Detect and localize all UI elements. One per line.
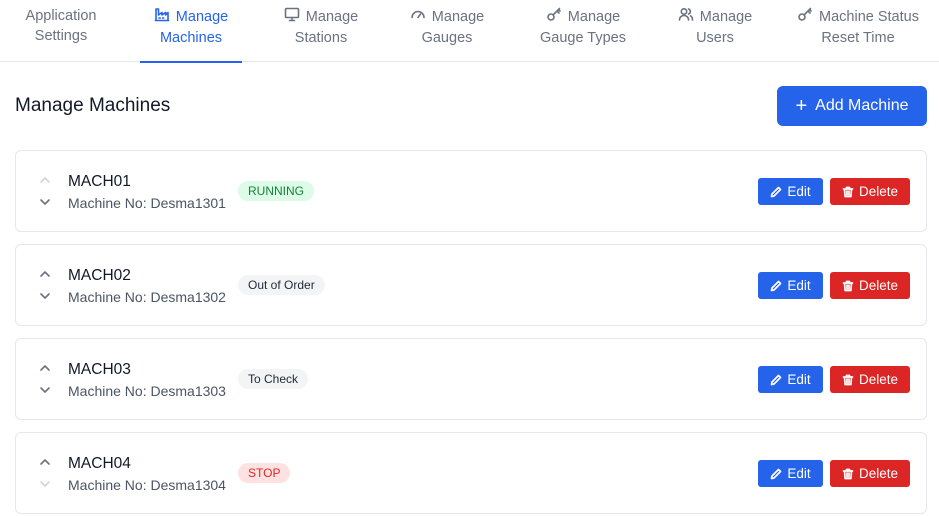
tab-label-line1: Manage [567, 9, 621, 25]
tab-label-line1: Machine Status [819, 9, 919, 25]
monitor-icon [284, 6, 300, 28]
edit-label: Edit [787, 466, 811, 481]
edit-button[interactable]: Edit [758, 460, 823, 487]
move-up-button[interactable] [38, 361, 52, 375]
delete-button[interactable]: Delete [830, 272, 910, 299]
edit-button[interactable]: Edit [758, 272, 823, 299]
tab-label-line1: Manage [175, 9, 229, 25]
reorder-controls [38, 265, 52, 305]
tab-manage-users[interactable]: Manage Users [668, 0, 762, 62]
pencil-icon [771, 280, 782, 291]
users-icon [678, 6, 694, 28]
chevron-up-icon [40, 365, 50, 371]
chevron-up-icon [40, 459, 50, 465]
trash-icon [842, 280, 854, 291]
move-up-button[interactable] [38, 455, 52, 469]
machine-number: Machine No: Desma1304 [68, 477, 226, 493]
gauge-icon [410, 6, 426, 28]
tab-label-line2: Settings [34, 28, 88, 44]
trash-icon [842, 186, 854, 197]
delete-button[interactable]: Delete [830, 178, 910, 205]
tab-label-line1: Manage [431, 9, 485, 25]
move-down-button[interactable] [38, 477, 52, 491]
pencil-icon [771, 186, 782, 197]
move-down-button[interactable] [38, 195, 52, 209]
tab-manage-stations[interactable]: Manage Stations [270, 0, 372, 62]
chevron-down-icon [40, 293, 50, 299]
chevron-up-icon [40, 177, 50, 183]
edit-button[interactable]: Edit [758, 178, 823, 205]
status-badge: To Check [238, 369, 309, 389]
reorder-controls [38, 171, 52, 211]
edit-label: Edit [787, 184, 811, 199]
key-icon [546, 6, 562, 28]
reorder-controls [38, 453, 52, 493]
move-down-button[interactable] [38, 289, 52, 303]
delete-label: Delete [858, 466, 899, 481]
move-up-button[interactable] [38, 173, 52, 187]
tab-machine-status-reset-time[interactable]: Machine Status Reset Time [788, 0, 928, 62]
tab-label-line1: Manage [699, 9, 753, 25]
pencil-icon [771, 468, 782, 479]
machine-number: Machine No: Desma1301 [68, 195, 226, 211]
machine-name: MACH03 [68, 361, 131, 378]
edit-label: Edit [787, 278, 811, 293]
delete-label: Delete [858, 372, 899, 387]
delete-label: Delete [858, 184, 899, 199]
delete-button[interactable]: Delete [830, 460, 910, 487]
edit-label: Edit [787, 372, 811, 387]
tab-manage-machines[interactable]: Manage Machines [140, 0, 242, 63]
machine-card: MACH03 Machine No: Desma1303 To Check Ed… [15, 338, 927, 420]
delete-label: Delete [858, 278, 899, 293]
edit-button[interactable]: Edit [758, 366, 823, 393]
chevron-up-icon [40, 271, 50, 277]
tab-label-line1: Application [25, 8, 97, 24]
chevron-down-icon [40, 199, 50, 205]
tab-label-line2: Gauges [421, 30, 473, 46]
machine-name: MACH01 [68, 173, 131, 190]
machine-name: MACH02 [68, 267, 131, 284]
tab-manage-gauges[interactable]: Manage Gauges [398, 0, 496, 62]
tab-manage-gauge-types[interactable]: Manage Gauge Types [528, 0, 638, 62]
status-badge: STOP [238, 463, 291, 483]
move-up-button[interactable] [38, 267, 52, 281]
move-down-button[interactable] [38, 383, 52, 397]
trash-icon [842, 374, 854, 385]
tab-application-settings[interactable]: Application Settings [0, 0, 122, 62]
tab-label-line2: Reset Time [821, 30, 895, 46]
machine-card: MACH01 Machine No: Desma1301 RUNNING Edi… [15, 150, 927, 232]
status-badge: Out of Order [238, 275, 325, 295]
pencil-icon [771, 374, 782, 385]
tab-label-line1: Manage [305, 9, 359, 25]
page-title: Manage Machines [15, 95, 171, 116]
key-icon [797, 6, 813, 28]
add-machine-label: Add Machine [815, 97, 909, 114]
reorder-controls [38, 359, 52, 399]
machine-number: Machine No: Desma1302 [68, 289, 226, 305]
machine-card: MACH02 Machine No: Desma1302 Out of Orde… [15, 244, 927, 326]
tab-label-line2: Machines [159, 30, 223, 46]
chevron-down-icon [40, 387, 50, 393]
chevron-down-icon [40, 481, 50, 487]
factory-icon [154, 6, 170, 28]
tab-bar: Application Settings Manage Machines Man… [0, 0, 939, 63]
trash-icon [842, 468, 854, 479]
machine-card: MACH04 Machine No: Desma1304 STOP Edit D… [15, 432, 927, 514]
status-badge: RUNNING [238, 181, 314, 201]
tab-label-line2: Users [696, 30, 734, 46]
machine-name: MACH04 [68, 455, 131, 472]
machine-number: Machine No: Desma1303 [68, 383, 226, 399]
delete-button[interactable]: Delete [830, 366, 910, 393]
plus-icon: + [795, 95, 808, 117]
tab-label-line2: Gauge Types [540, 30, 626, 46]
add-machine-button[interactable]: + Add Machine [777, 86, 927, 126]
tab-label-line2: Stations [294, 30, 348, 46]
